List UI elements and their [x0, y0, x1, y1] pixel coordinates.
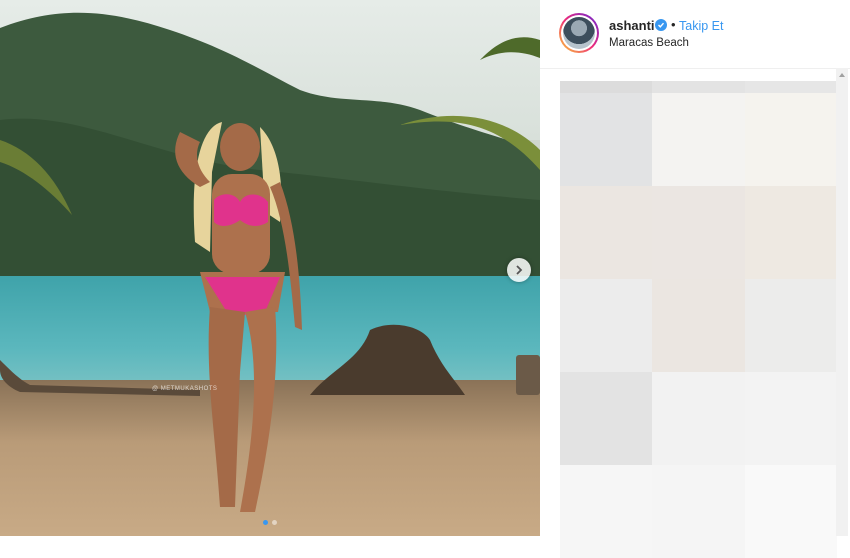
chevron-right-icon	[516, 265, 523, 275]
carousel-indicator	[0, 520, 540, 525]
pixel-tile	[744, 186, 837, 279]
pixel-tile	[560, 279, 653, 372]
pixel-tile	[560, 93, 653, 186]
pixel-tile	[652, 465, 745, 558]
verified-badge-icon	[655, 19, 667, 31]
username-link[interactable]: ashanti	[609, 18, 655, 33]
scrollbar[interactable]	[836, 68, 848, 536]
palm-leaf-left	[0, 140, 72, 215]
model-figure	[175, 122, 302, 512]
next-photo-button[interactable]	[507, 258, 531, 282]
separator-dot: •	[671, 17, 676, 32]
carousel-dot	[263, 520, 268, 525]
pixelated-comments-area	[560, 81, 837, 558]
location-link[interactable]: Maracas Beach	[609, 37, 689, 49]
carousel-dot	[272, 520, 277, 525]
pixel-tile	[652, 186, 745, 279]
pixel-tile	[652, 81, 745, 93]
pixel-tile	[744, 372, 837, 465]
pixel-tile	[744, 93, 837, 186]
rock-right	[516, 355, 540, 395]
triangle-up-icon[interactable]	[836, 70, 848, 80]
post-sidebar: ashanti • Takip Et Maracas Beach	[540, 0, 850, 558]
post-header: ashanti • Takip Et Maracas Beach	[540, 0, 850, 69]
pixel-tile	[744, 81, 837, 93]
pixel-tile	[560, 465, 653, 558]
pixel-tile	[652, 279, 745, 372]
watermark: @ METMUKASHOTS	[152, 386, 218, 392]
follow-button[interactable]: Takip Et	[679, 19, 723, 33]
pixel-tile	[744, 279, 837, 372]
palm-leaf-right	[400, 37, 540, 170]
pixel-tile	[560, 81, 653, 93]
pixel-tile	[652, 372, 745, 465]
avatar[interactable]	[559, 13, 599, 53]
pixel-tile	[560, 372, 653, 465]
pixel-tile	[560, 186, 653, 279]
pixel-tile	[744, 465, 837, 558]
pixel-tile	[652, 93, 745, 186]
post-photo: @ METMUKASHOTS	[0, 0, 540, 536]
